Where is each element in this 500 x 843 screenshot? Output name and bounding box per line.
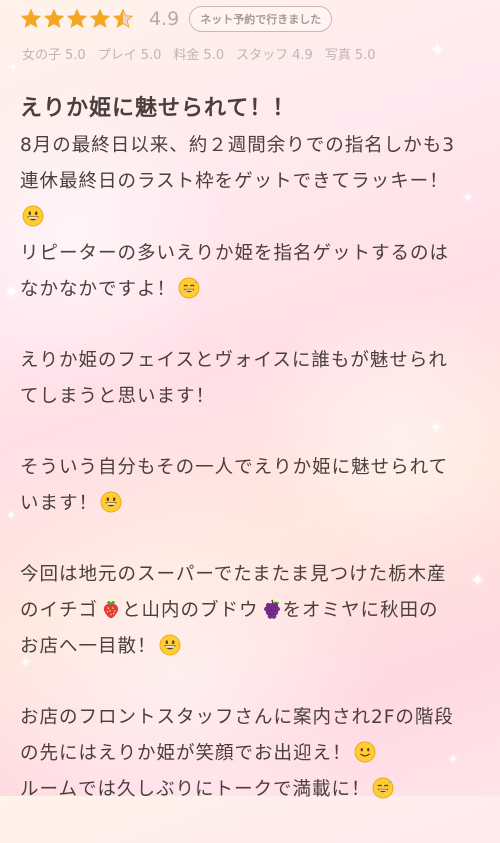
review-line: の先にはえりか姫が笑顔でお出迎え！ (20, 736, 482, 772)
star-full-icon (66, 8, 88, 28)
score-label: 料金 (173, 48, 200, 63)
star-full-icon (89, 8, 111, 28)
score-value: 5.0 (203, 48, 225, 63)
star-full-icon (43, 8, 65, 28)
review-line: てしまうと思います！ (20, 386, 216, 407)
review-line: リピーターの多いえりか姫を指名ゲットするのは (20, 243, 450, 264)
sparkle-decoration: ✦ (4, 282, 20, 303)
review-line: 連休最終日のラスト枠をゲットできてラッキー！ (20, 171, 449, 192)
strawberry-icon (103, 600, 119, 619)
score-value: 5.0 (140, 48, 162, 63)
score-label: 女の子 (22, 48, 62, 63)
star-full-icon (20, 8, 42, 28)
sparkle-decoration: ✦ (6, 508, 17, 522)
review-line: のイチゴ と山内のブドウ をオミヤに秋田の (20, 599, 439, 621)
score-value: 4.9 (292, 48, 313, 63)
review-title: えりか姫に魅せられて！！ (20, 96, 296, 121)
review-line: そういう自分もその一人でえりか姫に魅せられて (20, 457, 449, 478)
review-line: 今回は地元のスーパーでたまたま見つけた栃木産 (20, 564, 447, 585)
score-label: 写真 (324, 48, 351, 63)
review-body: 8月の最終日以来、約２週間余りでの指名しかも3 連休最終日のラスト枠をゲットできて… (20, 128, 482, 843)
grinning-face-icon (100, 491, 122, 513)
score-item: プレイ 5.0 (98, 48, 168, 63)
review-line: お店のフロントスタッフさんに案内され2Fの階段 (20, 707, 454, 728)
review-line (20, 200, 482, 236)
grinning-face-icon (159, 634, 180, 656)
score-item: スタッフ 4.9 (236, 48, 319, 63)
reservation-badge: ネット予約で行きました (189, 6, 333, 32)
review-line: います！ (20, 486, 482, 522)
rating-value: 4.9 (149, 8, 180, 30)
review-line: お店へ一目散！ (20, 629, 482, 665)
slightly-smiling-icon (354, 741, 375, 763)
star-half-icon (112, 8, 134, 28)
score-item: 女の子 5.0 (22, 48, 92, 63)
score-item: 料金 5.0 (173, 48, 230, 63)
sparkle-decoration: ✦ (430, 40, 446, 61)
score-label: プレイ (97, 48, 137, 63)
review-paragraph: そういう自分もその一人でえりか姫に魅せられています！ (20, 450, 482, 522)
review-paragraph: お店のフロントスタッフさんに案内され2Fの階段の先にはえりか姫が笑顔でお出迎え！… (20, 700, 482, 808)
review-paragraph: 今回は地元のスーパーでたまたま見つけた栃木産 のイチゴ と山内のブドウ をオミヤに秋田… (20, 557, 482, 665)
star-rating (20, 8, 135, 30)
rating-row: 4.9 ネット予約で行きました (20, 6, 333, 32)
review-line: 8月の最終日以来、約２週間余りでの指名しかも3 (20, 135, 456, 156)
score-item: 写真 5.0 (325, 48, 382, 63)
grinning-sweat-icon (178, 277, 200, 299)
review-paragraph: 8月の最終日以来、約２週間余りでの指名しかも3 連休最終日のラスト枠をゲットできて… (20, 128, 482, 308)
review-line: なかなかですよ！ (20, 272, 482, 308)
review-paragraph: えりか姫のフェイスとヴォイスに誰もが魅せられ てしまうと思います！ (20, 343, 482, 415)
review-line: ルームでは久しぶりにトークで満載に！ (20, 772, 482, 808)
sparkle-decoration: ✦ (8, 60, 19, 74)
category-scores: 女の子 5.0 プレイ 5.0 料金 5.0 スタッフ 4.9 写真 5.0 (22, 44, 388, 63)
score-label: スタッフ (236, 48, 289, 63)
review-line: えりか姫のフェイスとヴォイスに誰もが魅せられ (20, 350, 448, 371)
score-value: 5.0 (65, 48, 86, 63)
grapes-icon (263, 599, 280, 619)
grinning-face-icon (22, 205, 44, 227)
score-value: 5.0 (354, 48, 376, 63)
